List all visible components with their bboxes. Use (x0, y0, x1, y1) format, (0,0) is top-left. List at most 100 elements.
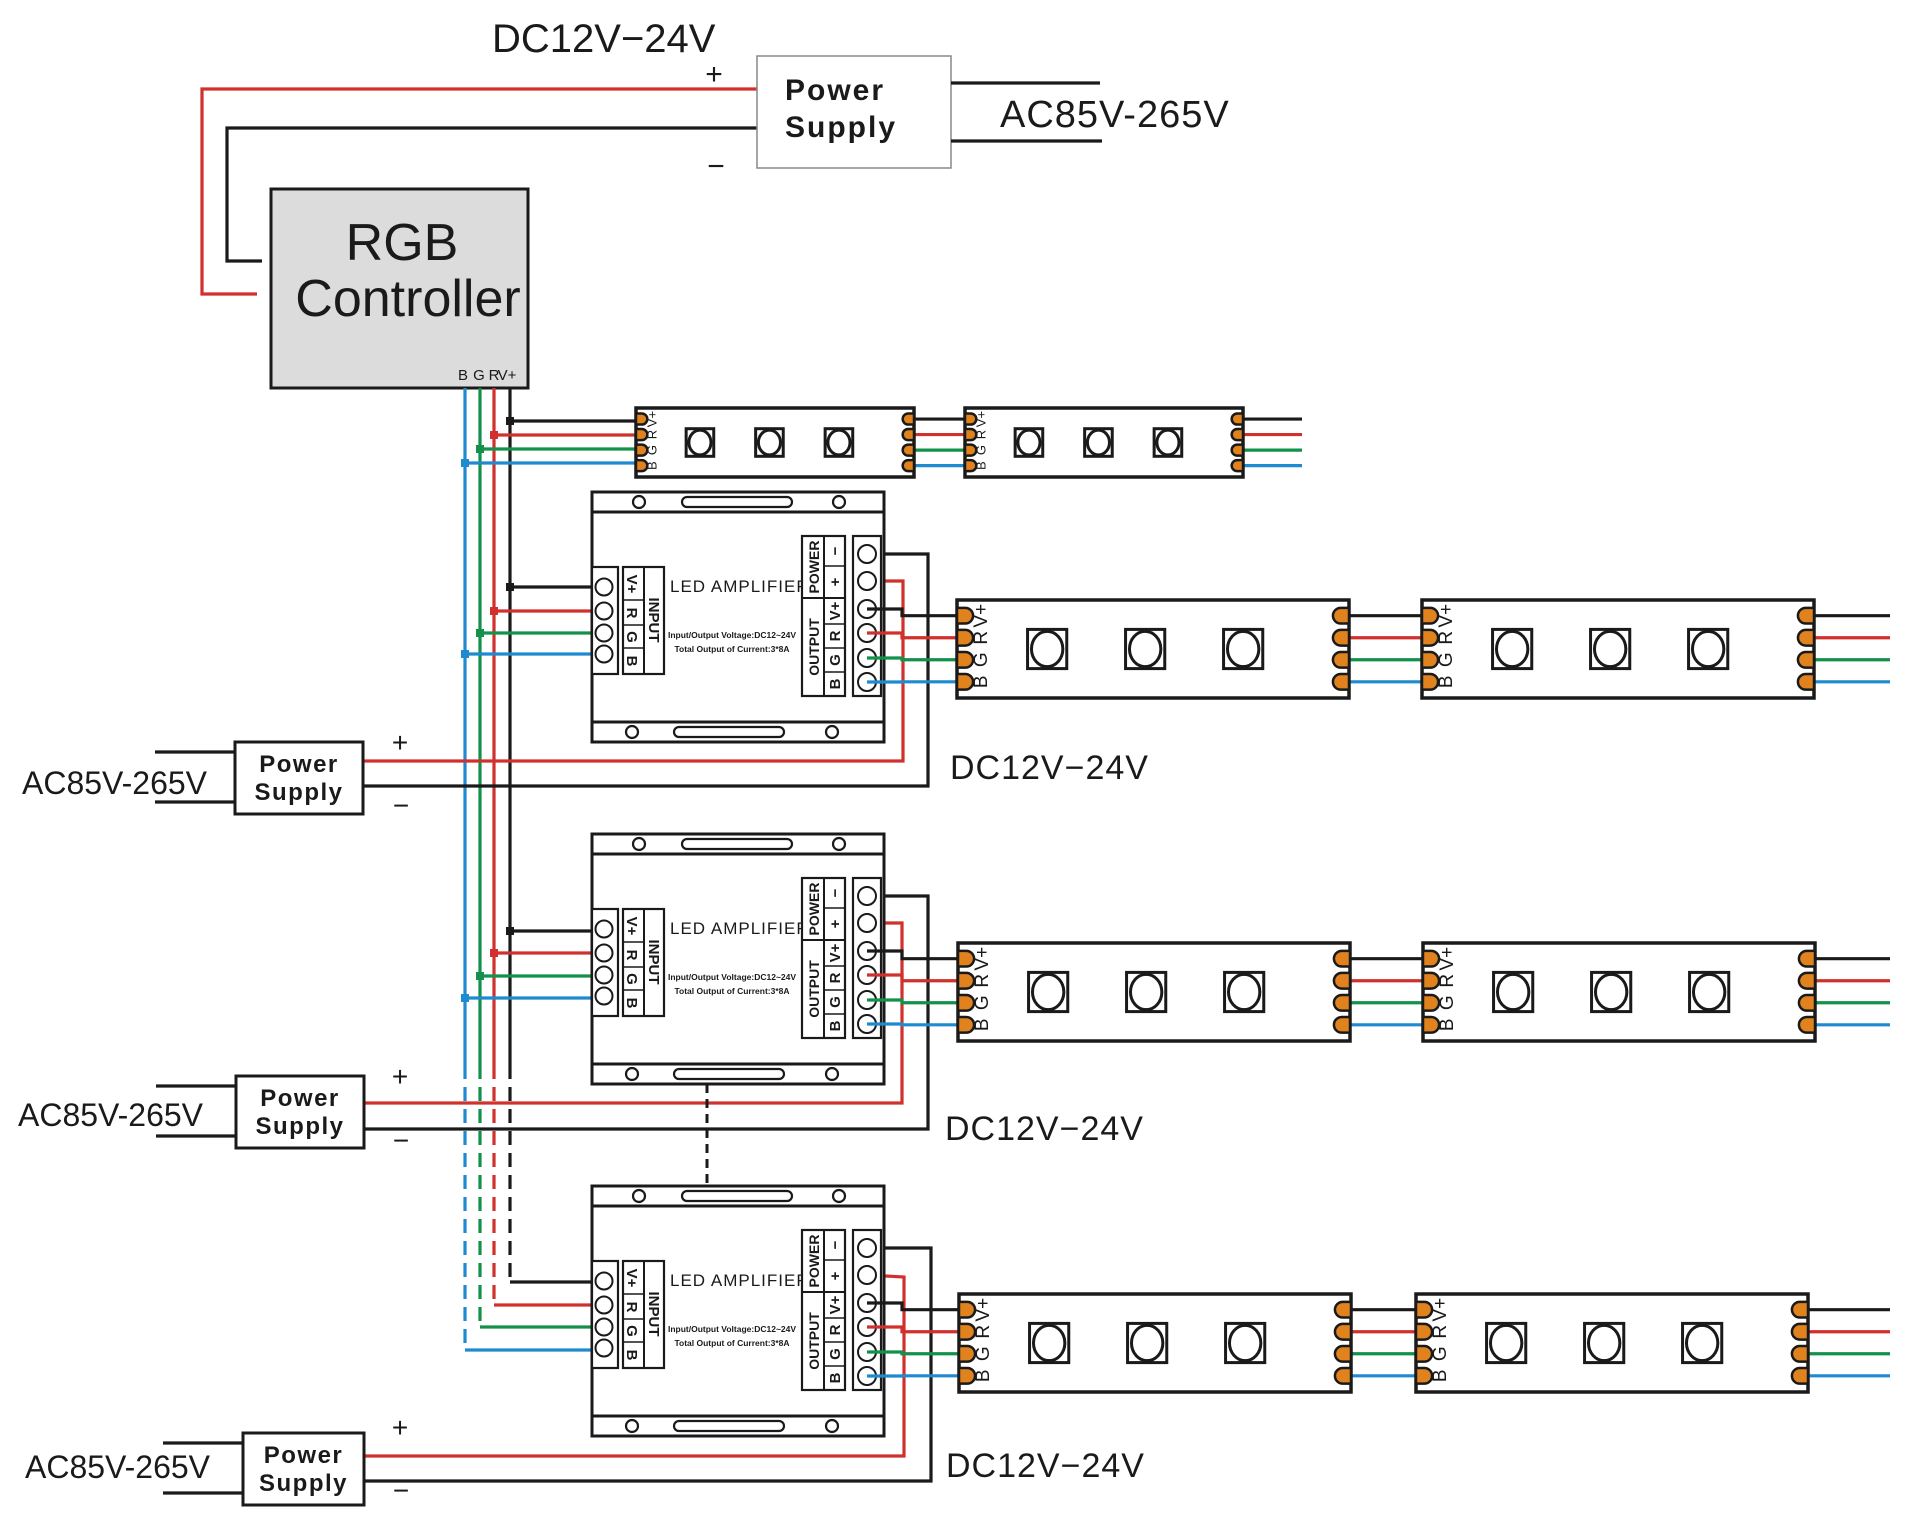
strip-pin-label: V+ (973, 1298, 994, 1322)
strip-pin-label: B (1430, 1369, 1451, 1382)
input-pin-label: R (623, 950, 640, 961)
amp-dc-voltage-label: DC12V−24V (945, 1110, 1144, 1148)
amp-power-supply-label-line1: Power (264, 1442, 344, 1469)
led-chip-lens (1227, 1323, 1263, 1363)
strip-output-pad (1332, 971, 1352, 990)
mounting-slot (672, 725, 786, 739)
mounting-hole (831, 1188, 847, 1204)
led-chip-lens (1085, 428, 1111, 457)
strip-pin-label: V+ (1430, 1298, 1451, 1322)
wire-junction (506, 583, 514, 591)
main-ac-voltage-label: AC85V-265V (1000, 94, 1230, 136)
amp-plus-sign: + (392, 1061, 408, 1092)
input-label: INPUT (645, 940, 662, 985)
output-pin-label: G (827, 654, 844, 666)
strip-output-pad (901, 427, 916, 442)
amp-ac-voltage-label: AC85V-265V (22, 765, 208, 801)
wire-junction (490, 949, 498, 957)
strip-pin-label: G (971, 652, 992, 667)
led-chip-lens (1031, 1323, 1067, 1363)
output-terminal (857, 544, 877, 564)
wire-junction (461, 994, 469, 1002)
input-terminal (594, 1317, 614, 1337)
led-chip-lens (1127, 629, 1163, 669)
power-pin-label: − (827, 888, 844, 897)
output-label: OUTPUT (806, 960, 822, 1018)
led-chip-lens (1225, 629, 1261, 669)
strip-output-pad (1790, 1344, 1810, 1363)
mounting-slot (680, 1189, 794, 1203)
output-pin-label: V+ (827, 943, 844, 962)
strip-pin-label: V+ (1436, 604, 1457, 628)
wiring-diagram: DC12V−24V+−PowerSupply AC85V-265VRGBContr… (18, 17, 1890, 1507)
led-strip-row2-1: V+ RGB (956, 941, 1352, 1043)
controller-pin-label: B (458, 367, 468, 384)
strip-output-pad (1333, 1300, 1353, 1319)
strip-output-pad (1797, 1015, 1817, 1034)
output-pin-label: B (827, 1372, 844, 1383)
strip-pin-label: G (1436, 652, 1457, 667)
mounting-hole (831, 494, 847, 510)
led-strip-row1-2: V+ RGB (1420, 598, 1816, 700)
strip-output-pad (1790, 1300, 1810, 1319)
strip-pin-label: R (1437, 974, 1458, 988)
strip-output-pad (1796, 628, 1816, 647)
amp-plus-sign: + (392, 727, 408, 758)
strip-pin-label: B (971, 675, 992, 688)
led-amplifier-1: V+ R G B INPUT LED AMPLIFIER Input/Output Volt… (590, 490, 886, 744)
strip-pin-label: B (974, 461, 989, 470)
input-pin-label: B (623, 998, 640, 1009)
amp-ac-voltage-label: AC85V-265V (25, 1449, 211, 1485)
led-chip-lens (1128, 972, 1164, 1012)
mounting-slot (672, 1067, 786, 1081)
output-pin-label: B (827, 678, 844, 689)
led-chip-lens (1495, 972, 1531, 1012)
amp-power-supply-label-line1: Power (260, 1085, 340, 1112)
strip-pin-label: V+ (972, 947, 993, 971)
strip-output-pad (1790, 1366, 1810, 1385)
strip-output-pad (1796, 650, 1816, 669)
strip-output-pad (1331, 628, 1351, 647)
input-pin-label: R (623, 608, 640, 619)
led-chip-lens (1586, 1323, 1622, 1363)
wire-junction (476, 445, 484, 453)
strip-pin-label: B (973, 1369, 994, 1382)
output-pin-label: R (827, 630, 844, 641)
led-strip-row0-1: V+ RGB (634, 406, 916, 479)
amp-power-supply-label-line1: Power (259, 751, 339, 778)
input-pin-label: B (623, 656, 640, 667)
mounting-hole (624, 1418, 640, 1434)
led-chip-lens (1029, 629, 1065, 669)
output-terminal (857, 1265, 877, 1285)
strip-pin-label: B (645, 461, 660, 470)
strip-output-pad (1230, 427, 1245, 442)
input-label: INPUT (645, 598, 662, 643)
mounting-hole (631, 494, 647, 510)
wire-junction (476, 629, 484, 637)
input-terminal (594, 965, 614, 985)
strip-output-pad (1333, 1366, 1353, 1385)
wire-junction (506, 927, 514, 935)
mounting-slot (680, 837, 794, 851)
led-chip-lens (1690, 629, 1726, 669)
strip-output-pad (1333, 1322, 1353, 1341)
output-label: OUTPUT (806, 618, 822, 676)
strip-output-pad (1333, 1344, 1353, 1363)
amplifier-title: LED AMPLIFIER (670, 919, 810, 938)
output-pin-label: G (827, 1348, 844, 1360)
strip-output-pad (1797, 971, 1817, 990)
amp-minus-sign: − (393, 790, 409, 821)
led-chip-lens (1155, 428, 1181, 457)
strip-output-pad (1332, 993, 1352, 1012)
strip-pin-label: V+ (974, 411, 989, 427)
main-plus-sign: + (705, 58, 723, 91)
led-chip-lens (1030, 972, 1066, 1012)
output-terminal (857, 571, 877, 591)
main-dc-voltage-label: DC12V−24V (492, 17, 716, 61)
strip-output-pad (1331, 606, 1351, 625)
power-label: POWER (806, 541, 822, 594)
input-terminal (594, 623, 614, 643)
output-terminal (857, 886, 877, 906)
led-strip-row1-1: V+ RGB (955, 598, 1351, 700)
strip-pin-label: G (645, 445, 660, 455)
